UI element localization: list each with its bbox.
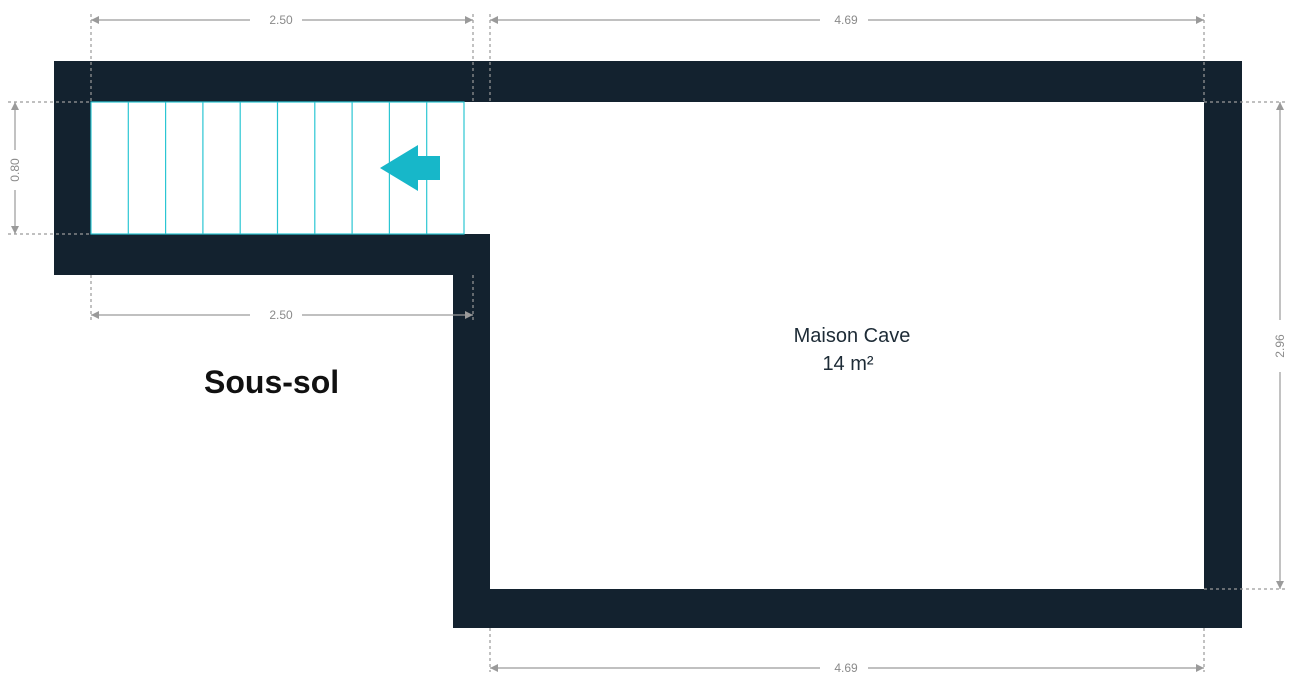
floor-plan: 2.50 4.69 0.80 2.50 2.96 4.69 Maison Cav… [8, 13, 1287, 675]
dim-room-height: 2.96 [1273, 334, 1287, 358]
dim-top-stair: 2.50 [269, 13, 293, 27]
dim-stair-height: 0.80 [8, 158, 22, 182]
floor-label: Sous-sol [204, 364, 339, 400]
room-name: Maison Cave [794, 325, 911, 347]
dimension-arrowheads [11, 16, 1284, 672]
dim-bottom-stair: 2.50 [269, 308, 293, 322]
stair-opening [464, 102, 491, 234]
walls [54, 61, 1242, 628]
dim-bottom-room: 4.69 [834, 661, 858, 675]
dimension-lines [8, 14, 1286, 672]
room-area: 14 m² [822, 353, 873, 375]
dim-top-room: 4.69 [834, 13, 858, 27]
